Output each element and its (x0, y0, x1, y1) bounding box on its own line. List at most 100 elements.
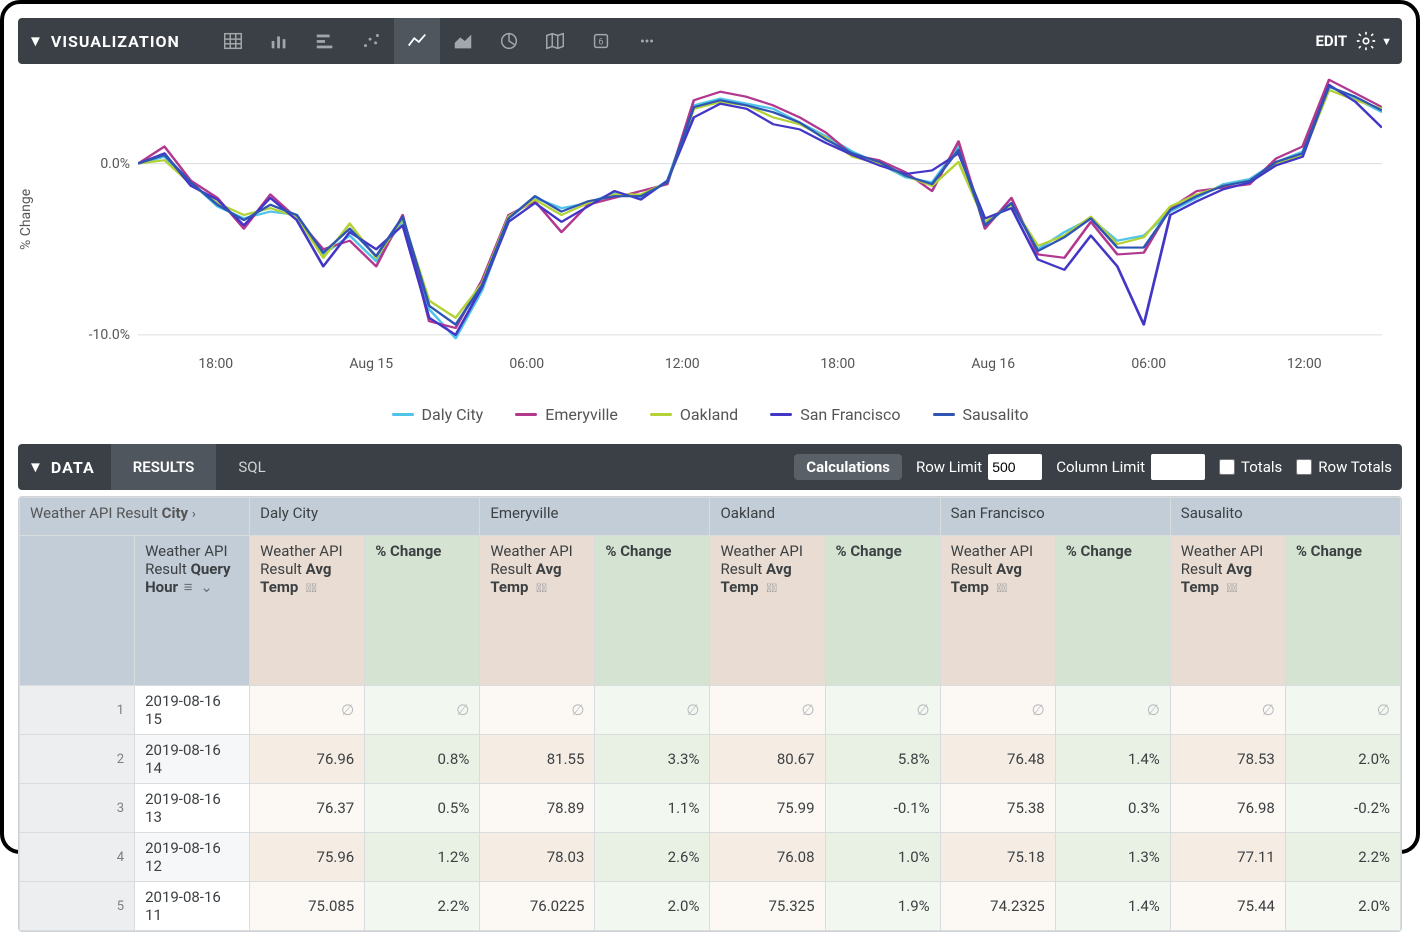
legend-item-san-francisco[interactable]: San Francisco (770, 405, 900, 424)
tab-results[interactable]: RESULTS (111, 444, 217, 490)
viz-type-scatter-icon[interactable] (348, 18, 394, 64)
measure-avg-header[interactable]: Weather API Result Avg Temp 👁̸ (710, 536, 825, 686)
viz-type-single-value-icon[interactable]: 6 (578, 18, 624, 64)
chart-series-san-francisco[interactable] (138, 85, 1382, 335)
pct-change-cell[interactable]: 1.9% (825, 882, 940, 931)
pct-change-cell[interactable]: 2.0% (1285, 735, 1400, 784)
pivot-field-header[interactable]: Weather API Result City › (20, 498, 250, 536)
pct-change-cell[interactable]: ∅ (1055, 686, 1170, 735)
pct-change-cell[interactable]: 1.0% (825, 833, 940, 882)
avg-temp-cell[interactable]: 76.08 (710, 833, 825, 882)
pct-change-cell[interactable]: ∅ (825, 686, 940, 735)
avg-temp-cell[interactable]: 76.0225 (480, 882, 595, 931)
dimension-cell[interactable]: 2019-08-16 14 (135, 735, 250, 784)
viz-type-bar-icon[interactable] (256, 18, 302, 64)
pivot-value-header[interactable]: Daly City (250, 498, 480, 536)
avg-temp-cell[interactable]: ∅ (1170, 686, 1285, 735)
pct-change-cell[interactable]: 3.3% (595, 735, 710, 784)
avg-temp-cell[interactable]: ∅ (710, 686, 825, 735)
column-limit-input[interactable] (1151, 454, 1205, 480)
pct-change-cell[interactable]: 0.3% (1055, 784, 1170, 833)
chart-series-sausalito[interactable] (138, 87, 1382, 325)
pct-change-cell[interactable]: ∅ (595, 686, 710, 735)
pct-change-cell[interactable]: 1.4% (1055, 882, 1170, 931)
row-limit-input[interactable] (988, 454, 1042, 480)
totals-checkbox[interactable] (1219, 459, 1235, 475)
avg-temp-cell[interactable]: ∅ (480, 686, 595, 735)
avg-temp-cell[interactable]: 78.89 (480, 784, 595, 833)
viz-type-table-icon[interactable] (210, 18, 256, 64)
pct-change-cell[interactable]: 1.1% (595, 784, 710, 833)
pct-change-cell[interactable]: ∅ (1285, 686, 1400, 735)
avg-temp-cell[interactable]: 76.48 (940, 735, 1055, 784)
avg-temp-cell[interactable]: 76.96 (250, 735, 365, 784)
pct-change-cell[interactable]: 0.8% (365, 735, 480, 784)
chart-plot[interactable] (138, 78, 1382, 352)
avg-temp-cell[interactable]: 80.67 (710, 735, 825, 784)
viz-type-more-icon[interactable] (624, 18, 670, 64)
dimension-cell[interactable]: 2019-08-16 15 (135, 686, 250, 735)
avg-temp-cell[interactable]: 75.99 (710, 784, 825, 833)
measure-pct-header[interactable]: % Change (365, 536, 480, 686)
measure-pct-header[interactable]: % Change (1285, 536, 1400, 686)
pivot-value-header[interactable]: Emeryville (480, 498, 710, 536)
avg-temp-cell[interactable]: 77.11 (1170, 833, 1285, 882)
viz-type-area-icon[interactable] (440, 18, 486, 64)
viz-type-pie-icon[interactable] (486, 18, 532, 64)
avg-temp-cell[interactable]: 75.325 (710, 882, 825, 931)
legend-item-daly-city[interactable]: Daly City (392, 405, 484, 424)
legend-item-oakland[interactable]: Oakland (650, 405, 738, 424)
row-totals-checkbox[interactable] (1296, 459, 1312, 475)
avg-temp-cell[interactable]: 78.03 (480, 833, 595, 882)
pct-change-cell[interactable]: -0.2% (1285, 784, 1400, 833)
avg-temp-cell[interactable]: 75.38 (940, 784, 1055, 833)
pct-change-cell[interactable]: -0.1% (825, 784, 940, 833)
dimension-cell[interactable]: 2019-08-16 13 (135, 784, 250, 833)
measure-pct-header[interactable]: % Change (1055, 536, 1170, 686)
avg-temp-cell[interactable]: 76.37 (250, 784, 365, 833)
pct-change-cell[interactable]: 2.0% (595, 882, 710, 931)
pct-change-cell[interactable]: 1.2% (365, 833, 480, 882)
pct-change-cell[interactable]: 1.4% (1055, 735, 1170, 784)
pct-change-cell[interactable]: 2.2% (365, 882, 480, 931)
dimension-header[interactable]: Weather API Result Query Hour ≡ ⌄ (135, 536, 250, 686)
measure-pct-header[interactable]: % Change (825, 536, 940, 686)
edit-button[interactable]: EDIT (1315, 32, 1347, 50)
data-collapse-toggle[interactable]: ▼ (28, 458, 43, 476)
pivot-value-header[interactable]: Oakland (710, 498, 940, 536)
pct-change-cell[interactable]: 2.0% (1285, 882, 1400, 931)
avg-temp-cell[interactable]: ∅ (940, 686, 1055, 735)
pct-change-cell[interactable]: 0.5% (365, 784, 480, 833)
dimension-cell[interactable]: 2019-08-16 12 (135, 833, 250, 882)
measure-pct-header[interactable]: % Change (595, 536, 710, 686)
pct-change-cell[interactable]: 1.3% (1055, 833, 1170, 882)
measure-avg-header[interactable]: Weather API Result Avg Temp 👁̸ (1170, 536, 1285, 686)
pivot-value-header[interactable]: Sausalito (1170, 498, 1400, 536)
pct-change-cell[interactable]: 5.8% (825, 735, 940, 784)
legend-item-emeryville[interactable]: Emeryville (515, 405, 618, 424)
measure-avg-header[interactable]: Weather API Result Avg Temp 👁̸ (480, 536, 595, 686)
avg-temp-cell[interactable]: 81.55 (480, 735, 595, 784)
settings-button[interactable]: ▼ (1355, 30, 1392, 52)
tab-sql[interactable]: SQL (216, 444, 287, 490)
viz-collapse-toggle[interactable]: ▼ (28, 32, 43, 50)
avg-temp-cell[interactable]: 78.53 (1170, 735, 1285, 784)
viz-type-line-icon[interactable] (394, 18, 440, 64)
avg-temp-cell[interactable]: 76.98 (1170, 784, 1285, 833)
viz-type-hbar-icon[interactable] (302, 18, 348, 64)
avg-temp-cell[interactable]: 75.44 (1170, 882, 1285, 931)
calculations-button[interactable]: Calculations (794, 454, 902, 480)
avg-temp-cell[interactable]: 75.96 (250, 833, 365, 882)
measure-avg-header[interactable]: Weather API Result Avg Temp 👁̸ (940, 536, 1055, 686)
measure-avg-header[interactable]: Weather API Result Avg Temp 👁̸ (250, 536, 365, 686)
avg-temp-cell[interactable]: 75.18 (940, 833, 1055, 882)
dimension-cell[interactable]: 2019-08-16 11 (135, 882, 250, 931)
avg-temp-cell[interactable]: 74.2325 (940, 882, 1055, 931)
viz-type-map-icon[interactable] (532, 18, 578, 64)
avg-temp-cell[interactable]: 75.085 (250, 882, 365, 931)
chart-series-daly-city[interactable] (138, 87, 1382, 339)
pivot-value-header[interactable]: San Francisco (940, 498, 1170, 536)
avg-temp-cell[interactable]: ∅ (250, 686, 365, 735)
pct-change-cell[interactable]: 2.6% (595, 833, 710, 882)
chart-series-oakland[interactable] (138, 90, 1382, 318)
